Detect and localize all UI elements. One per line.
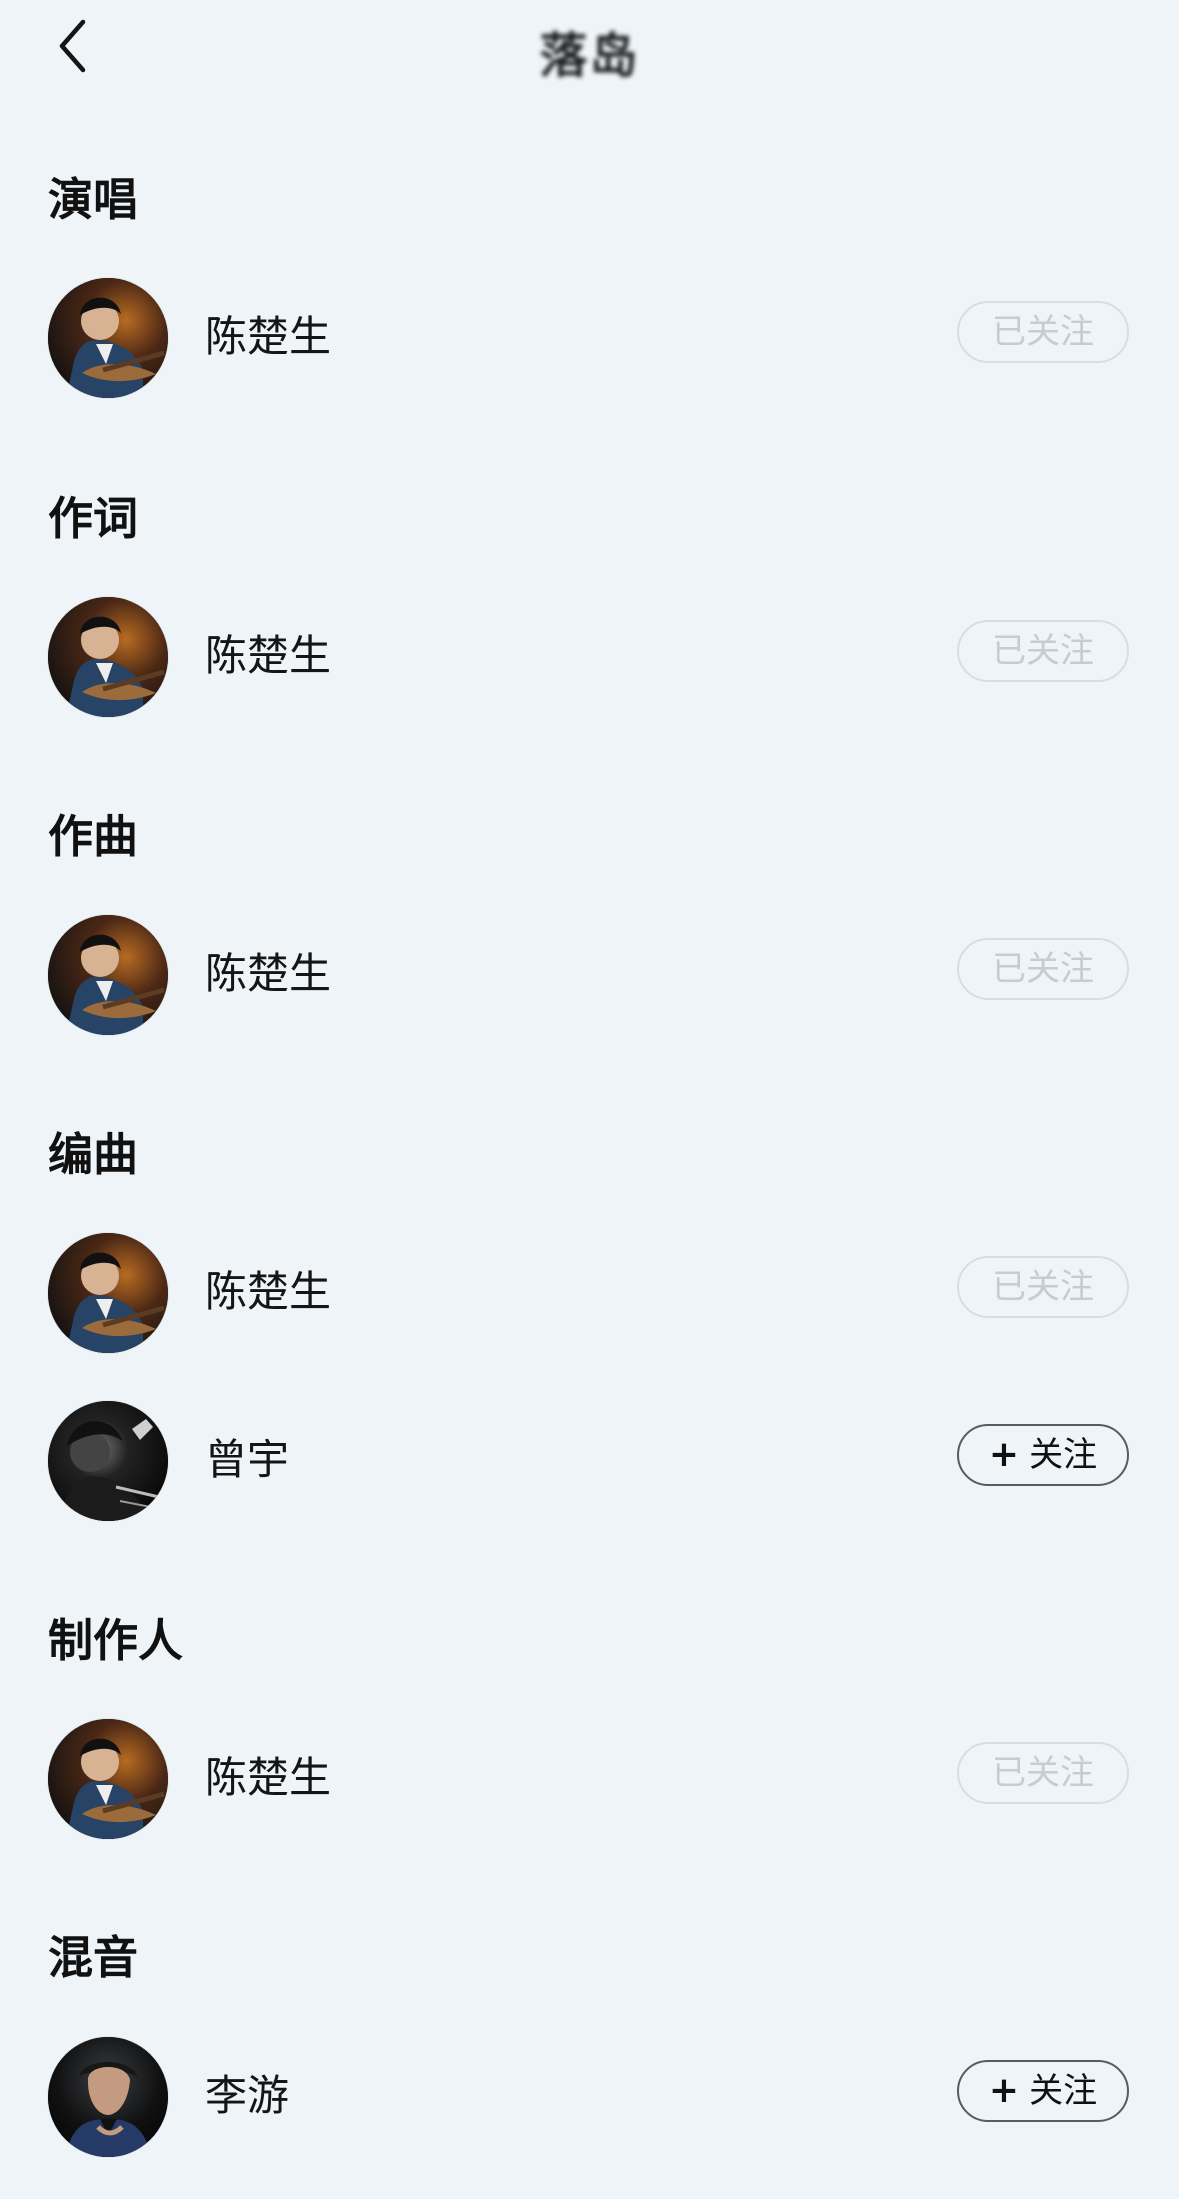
person-name[interactable]: 陈楚生 (205, 950, 331, 997)
person-name[interactable]: 陈楚生 (205, 313, 331, 360)
guitar-portrait-image (48, 1233, 168, 1353)
section-title-singing: 演唱 (48, 173, 139, 226)
page-title: 落岛 (539, 28, 640, 84)
follow-status-label: 已关注 (992, 1267, 1094, 1307)
person-name[interactable]: 李游 (205, 2072, 289, 2119)
person-name[interactable]: 陈楚生 (205, 1754, 331, 1801)
person-name[interactable]: 陈楚生 (205, 632, 331, 679)
followed-button[interactable]: 已关注 (957, 1742, 1129, 1804)
follow-status-label: 已关注 (992, 949, 1094, 989)
followed-button[interactable]: 已关注 (957, 620, 1129, 682)
follow-label: 关注 (1029, 2071, 1098, 2111)
top-navigation: 落岛 (0, 0, 1179, 100)
avatar[interactable] (48, 278, 168, 398)
follow-button[interactable]: + 关注 (957, 2060, 1129, 2122)
avatar[interactable] (48, 2037, 168, 2157)
avatar[interactable] (48, 1401, 168, 1521)
avatar[interactable] (48, 1719, 168, 1839)
plus-icon: + (988, 1434, 1020, 1475)
avatar[interactable] (48, 915, 168, 1035)
followed-button[interactable]: 已关注 (957, 938, 1129, 1000)
credit-row[interactable]: 曾宇 + 关注 (0, 1401, 1179, 1521)
guitar-portrait-image (48, 597, 168, 717)
guitar-portrait-image (48, 1719, 168, 1839)
credit-row[interactable]: 李游 + 关注 (0, 2037, 1179, 2157)
guitar-portrait-image (48, 278, 168, 398)
followed-button[interactable]: 已关注 (957, 301, 1129, 363)
person-name[interactable]: 曾宇 (205, 1436, 289, 1483)
section-title-producer: 制作人 (48, 1614, 184, 1667)
section-title-composition: 作曲 (48, 810, 139, 863)
section-title-arrangement: 编曲 (48, 1128, 139, 1181)
section-title-lyrics: 作词 (48, 492, 139, 545)
person-name[interactable]: 陈楚生 (205, 1268, 331, 1315)
credit-row[interactable]: 陈楚生 已关注 (0, 1719, 1179, 1839)
follow-status-label: 已关注 (992, 312, 1094, 352)
follow-status-label: 已关注 (992, 631, 1094, 671)
credit-row[interactable]: 陈楚生 已关注 (0, 915, 1179, 1035)
cap-portrait-image (48, 2037, 168, 2157)
credit-row[interactable]: 陈楚生 已关注 (0, 278, 1179, 398)
dark-monochrome-portrait-image (48, 1401, 168, 1521)
guitar-portrait-image (48, 915, 168, 1035)
followed-button[interactable]: 已关注 (957, 1256, 1129, 1318)
plus-icon: + (988, 2070, 1020, 2111)
follow-label: 关注 (1029, 1435, 1098, 1475)
follow-status-label: 已关注 (992, 1753, 1094, 1793)
credit-row[interactable]: 陈楚生 已关注 (0, 1233, 1179, 1353)
follow-button[interactable]: + 关注 (957, 1424, 1129, 1486)
avatar[interactable] (48, 597, 168, 717)
avatar[interactable] (48, 1233, 168, 1353)
credit-row[interactable]: 陈楚生 已关注 (0, 597, 1179, 717)
section-title-mixing: 混音 (48, 1931, 139, 1984)
